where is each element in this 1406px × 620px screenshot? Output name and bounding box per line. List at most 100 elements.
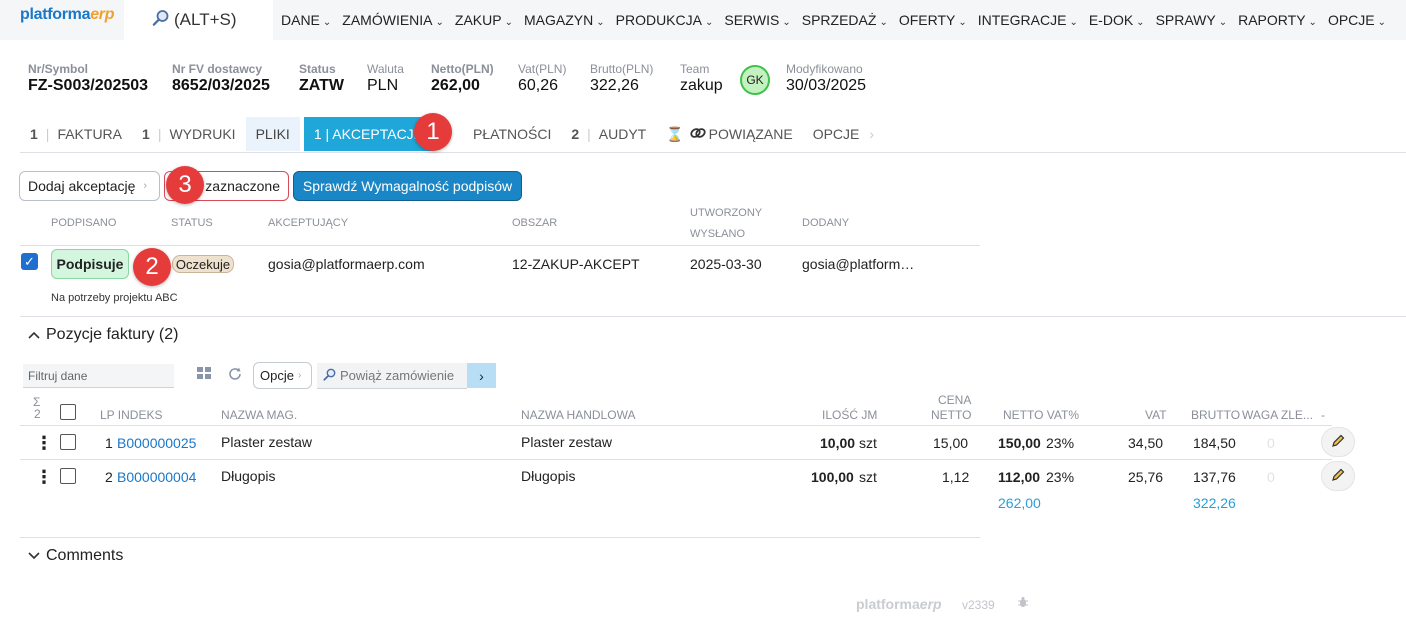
chevron-down-icon: ⌄ [596,17,605,28]
chevron-down-icon [28,547,40,565]
check-signature-requirement-button[interactable]: Sprawdź Wymagalność podpisów [293,171,522,201]
menu-opcje[interactable]: OPCJE ⌄ [1328,12,1386,28]
col-signed: PODPISANO [51,217,117,229]
tab-opcje[interactable]: OPCJE › [803,117,884,151]
row-net: 112,00 [998,469,1041,485]
pencil-icon [1330,467,1346,486]
tab-powiazane[interactable]: ⌛ POWIĄZANE [656,117,802,151]
acceptance-header-divider [20,245,980,246]
tab-audyt[interactable]: 2 | AUDYT [561,117,656,151]
link-order-input[interactable]: Powiąż zamówienie [317,363,467,389]
positions-header-divider [20,425,1332,426]
tab-platnosci[interactable]: PŁATNOŚCI [433,117,561,151]
options-dropdown-button[interactable]: Opcje › [253,362,312,389]
field-gross-amount: Brutto(PLN) 322,26 [590,62,654,94]
chevron-down-icon: ⌄ [1308,17,1317,28]
search-shortcut-label: (ALT+S) [174,10,237,29]
acceptance-created-date: 2025-03-30 [690,256,762,272]
col-created: UTWORZONY [690,207,763,219]
positions-section-toggle[interactable]: Pozycje faktury (2) [28,326,178,344]
menu-raporty[interactable]: RAPORTY ⌄ [1238,12,1317,28]
search-icon [152,9,170,32]
sign-button[interactable]: Podpisuje [51,249,129,279]
row-name-trade: Plaster zestaw [521,434,613,450]
tabs-divider [20,152,1406,153]
row-checkbox[interactable] [60,434,76,450]
menu-produkcja[interactable]: PRODUKCJA ⌄ [616,12,714,28]
chevron-right-icon: › [869,126,875,142]
row-index-link[interactable]: B000000004 [117,469,196,485]
footer-version: v2339 [962,598,995,612]
marker-3: 3 [166,166,204,204]
col-net-vat: NETTO VAT% [1003,408,1080,422]
comments-section-toggle[interactable]: Comments [28,547,123,565]
menu-oferty[interactable]: OFERTY ⌄ [899,12,967,28]
chevron-down-icon: ⌄ [1136,17,1145,28]
sum-count: 2 [34,407,41,421]
sum-net: 262,00 [998,495,1041,511]
global-search[interactable]: (ALT+S) [124,0,273,40]
row-vat: 25,76 [1128,469,1164,485]
row-index-link[interactable]: B000000025 [117,435,196,451]
grid-view-icon[interactable] [197,367,211,382]
menu-dane[interactable]: DANE ⌄ [281,12,331,28]
row-checkbox[interactable] [60,468,76,484]
row-vat-pct: 23% [1046,435,1075,451]
filter-input[interactable]: Filtruj dane [23,364,174,388]
row-menu-icon[interactable]: ⋮ [35,434,53,452]
chevron-right-icon: › [479,367,484,384]
row-name-trade: Długopis [521,468,576,484]
col-area: OBSZAR [512,217,558,229]
link-order-placeholder: Powiąż zamówienie [340,368,455,383]
link-order-go-button[interactable]: › [467,363,496,388]
tab-faktura[interactable]: 1 | FAKTURA [20,117,132,151]
comments-title: Comments [46,547,124,564]
edit-row-button[interactable] [1321,461,1355,491]
select-all-checkbox[interactable] [60,404,76,420]
tab-pliki[interactable]: PLIKI [245,117,300,151]
menu-e-dok[interactable]: E-DOK ⌄ [1089,12,1145,28]
add-acceptance-button[interactable]: Dodaj akceptację › [19,171,160,201]
field-currency: Waluta PLN [367,62,404,94]
marker-1: 1 [414,113,452,151]
menu-integracje[interactable]: INTEGRACJE ⌄ [978,12,1078,28]
col-actions: - [1321,408,1325,422]
col-qty: ILOŚĆ JM [822,408,878,422]
acceptance-added-by: gosia@platform… [802,256,915,272]
positions-title: Pozycje faktury (2) [46,326,179,343]
field-net-amount: Netto(PLN) 262,00 [431,62,494,94]
tab-wydruki[interactable]: 1 | WYDRUKI [132,117,246,151]
col-sent: WYSŁANO [690,228,746,240]
avatar[interactable]: GK [740,65,770,95]
chevron-down-icon: ⌄ [958,17,967,28]
row-vat-pct: 23% [1046,469,1075,485]
logo-accent: erp [90,6,115,23]
chevron-down-icon: ⌄ [435,17,444,28]
document-tabs: 1 | FAKTURA 1 | WYDRUKI PLIKI 1 | AKCEPTACJE… [20,117,884,151]
menu-serwis[interactable]: SERWIS ⌄ [724,12,790,28]
app-logo[interactable]: platformaerp [20,6,115,24]
bug-icon[interactable] [1017,596,1029,611]
col-price-line1: CENA [938,393,972,407]
row-qty: 100,00 [811,469,854,485]
acceptor-email: gosia@platformaerp.com [268,256,425,272]
menu-zamowienia[interactable]: ZAMÓWIENIA ⌄ [342,12,444,28]
chevron-down-icon: ⌄ [704,17,714,28]
field-nr-symbol: Nr/Symbol FZ-S003/202503 [28,62,149,94]
menu-magazyn[interactable]: MAGAZYN ⌄ [524,12,605,28]
chevron-right-icon: › [297,370,302,381]
chevron-down-icon: ⌄ [1069,17,1078,28]
chevron-down-icon: ⌄ [1218,17,1228,28]
field-supplier-invoice-nr: Nr FV dostawcy 8652/03/2025 [172,62,270,94]
edit-row-button[interactable] [1321,427,1355,457]
menu-sprzedaz[interactable]: SPRZEDAŻ ⌄ [802,12,888,28]
row-menu-icon[interactable]: ⋮ [35,468,53,486]
refresh-icon[interactable] [228,367,242,384]
col-name-mag: NAZWA MAG. [221,408,298,422]
acceptance-row-checkbox[interactable]: ✓ [21,253,38,270]
col-vat: VAT [1145,408,1167,422]
col-price-line2: NETTO [931,408,972,422]
menu-zakup[interactable]: ZAKUP ⌄ [455,12,513,28]
menu-sprawy[interactable]: SPRAWY ⌄ [1156,12,1228,28]
row-qty: 10,00 [820,435,856,451]
